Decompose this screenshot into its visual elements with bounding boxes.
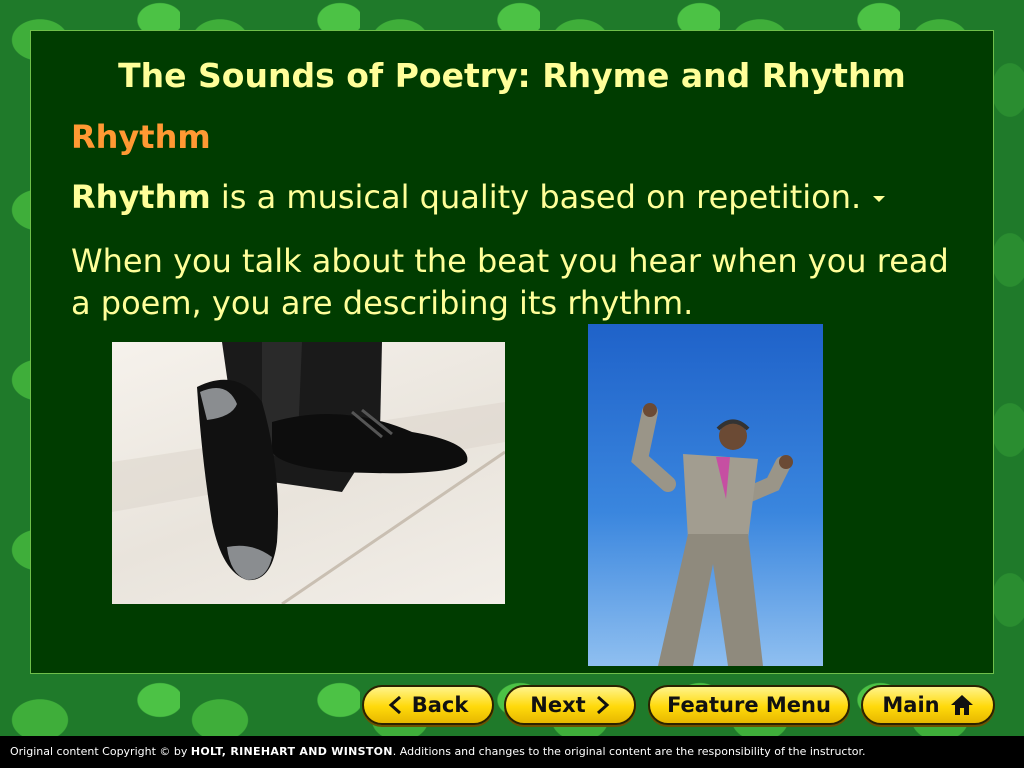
main-button[interactable]: Main: [861, 685, 995, 725]
section-heading: Rhythm: [71, 118, 211, 156]
chevron-right-icon: [596, 695, 609, 715]
feature-menu-button-label: Feature Menu: [667, 693, 831, 717]
back-button-label: Back: [411, 693, 469, 717]
caret-down-icon[interactable]: [873, 196, 886, 202]
definition-rest: is a musical quality based on repetition…: [210, 178, 862, 216]
tap-shoes-photo: [112, 342, 505, 604]
next-button-label: Next: [530, 693, 586, 717]
definition-text: Rhythm is a musical quality based on rep…: [71, 178, 886, 216]
back-button[interactable]: Back: [362, 685, 494, 725]
paragraph-text: When you talk about the beat you hear wh…: [71, 242, 949, 322]
copyright-footer: Original content Copyright © by HOLT, RI…: [0, 736, 1024, 768]
footer-publisher: HOLT, RINEHART AND WINSTON: [190, 745, 393, 758]
navigation-bar: Back Next Feature Menu Main: [0, 685, 1024, 727]
dancing-man-photo: [588, 324, 823, 666]
home-icon: [950, 695, 973, 715]
definition-term: Rhythm: [71, 178, 211, 216]
footer-prefix: Original content Copyright © by: [10, 745, 191, 758]
next-button[interactable]: Next: [504, 685, 636, 725]
feature-menu-button[interactable]: Feature Menu: [648, 685, 850, 725]
slide-title: The Sounds of Poetry: Rhyme and Rhythm: [118, 56, 906, 95]
footer-suffix: . Additions and changes to the original …: [392, 745, 866, 758]
main-button-label: Main: [882, 693, 940, 717]
chevron-left-icon: [388, 695, 401, 715]
